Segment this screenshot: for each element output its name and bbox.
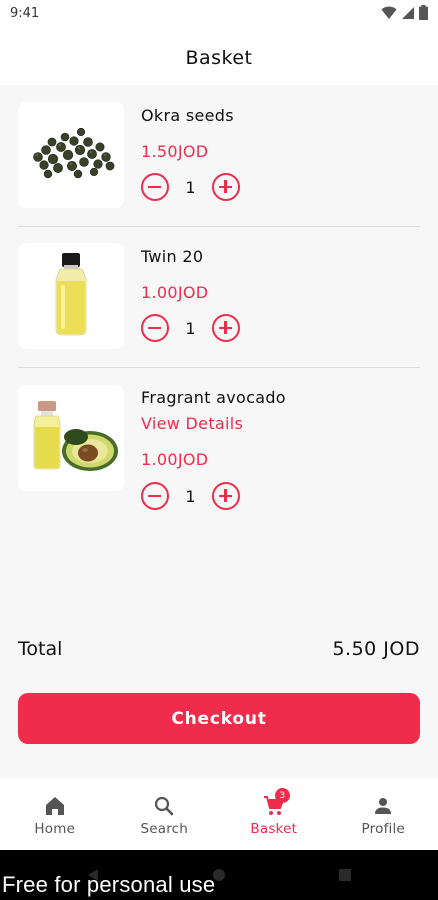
increase-quantity-button[interactable] <box>212 314 240 342</box>
page-title: Basket <box>185 46 253 69</box>
increase-quantity-button[interactable] <box>212 173 240 201</box>
watermark-text: Free for personal use <box>2 872 216 897</box>
bottom-navigation: Home Search 3 Basket Profile <box>0 778 438 850</box>
divider <box>18 226 420 227</box>
product-price: 1.00JOD <box>141 450 209 469</box>
nav-label: Profile <box>361 821 405 837</box>
quantity-stepper: 1 <box>141 172 240 202</box>
product-image-fragrant-avocado[interactable] <box>18 385 124 491</box>
battery-icon <box>419 5 428 20</box>
product-image-okra-seeds[interactable] <box>18 102 124 208</box>
product-name[interactable]: Okra seeds <box>141 106 234 125</box>
minus-icon <box>148 326 161 329</box>
product-price: 1.50JOD <box>141 142 209 161</box>
home-icon <box>45 797 64 815</box>
total-label: Total <box>18 638 63 660</box>
total-row: Total 5.50 JOD <box>18 634 420 664</box>
recents-icon[interactable] <box>338 868 352 882</box>
status-time: 9:41 <box>10 6 40 21</box>
minus-icon <box>148 185 161 188</box>
decrease-quantity-button[interactable] <box>141 482 169 510</box>
decrease-quantity-button[interactable] <box>141 314 169 342</box>
checkout-button[interactable]: Checkout <box>18 693 420 744</box>
quantity-value: 1 <box>185 486 196 506</box>
nav-item-profile[interactable]: Profile <box>329 778 438 850</box>
increase-quantity-button[interactable] <box>212 482 240 510</box>
quantity-stepper: 1 <box>141 481 240 511</box>
nav-label: Home <box>34 821 76 837</box>
nav-label: Search <box>140 821 189 837</box>
signal-icon <box>402 6 414 19</box>
decrease-quantity-button[interactable] <box>141 173 169 201</box>
status-bar: 9:41 <box>0 0 438 30</box>
app-header: Basket <box>0 30 438 85</box>
view-details-link[interactable]: View Details <box>141 414 243 433</box>
nav-item-basket[interactable]: 3 Basket <box>219 778 329 850</box>
search-icon <box>155 796 174 816</box>
nav-item-search[interactable]: Search <box>110 778 220 850</box>
nav-label: Basket <box>250 821 298 837</box>
person-icon <box>375 798 392 814</box>
divider <box>18 367 420 368</box>
product-name[interactable]: Fragrant avocado <box>141 388 286 407</box>
quantity-stepper: 1 <box>141 313 240 343</box>
product-image-twin-20[interactable] <box>18 243 124 349</box>
quantity-value: 1 <box>185 318 196 338</box>
minus-icon <box>148 494 161 497</box>
cart-icon-wrapper: 3 <box>262 788 290 818</box>
product-price: 1.00JOD <box>141 283 209 302</box>
nav-item-home[interactable]: Home <box>0 778 110 850</box>
status-icons <box>381 5 428 20</box>
total-value: 5.50 JOD <box>332 638 420 660</box>
cart-count-badge: 3 <box>274 788 290 803</box>
quantity-value: 1 <box>185 177 196 197</box>
wifi-icon <box>381 6 397 19</box>
product-name[interactable]: Twin 20 <box>141 247 203 266</box>
